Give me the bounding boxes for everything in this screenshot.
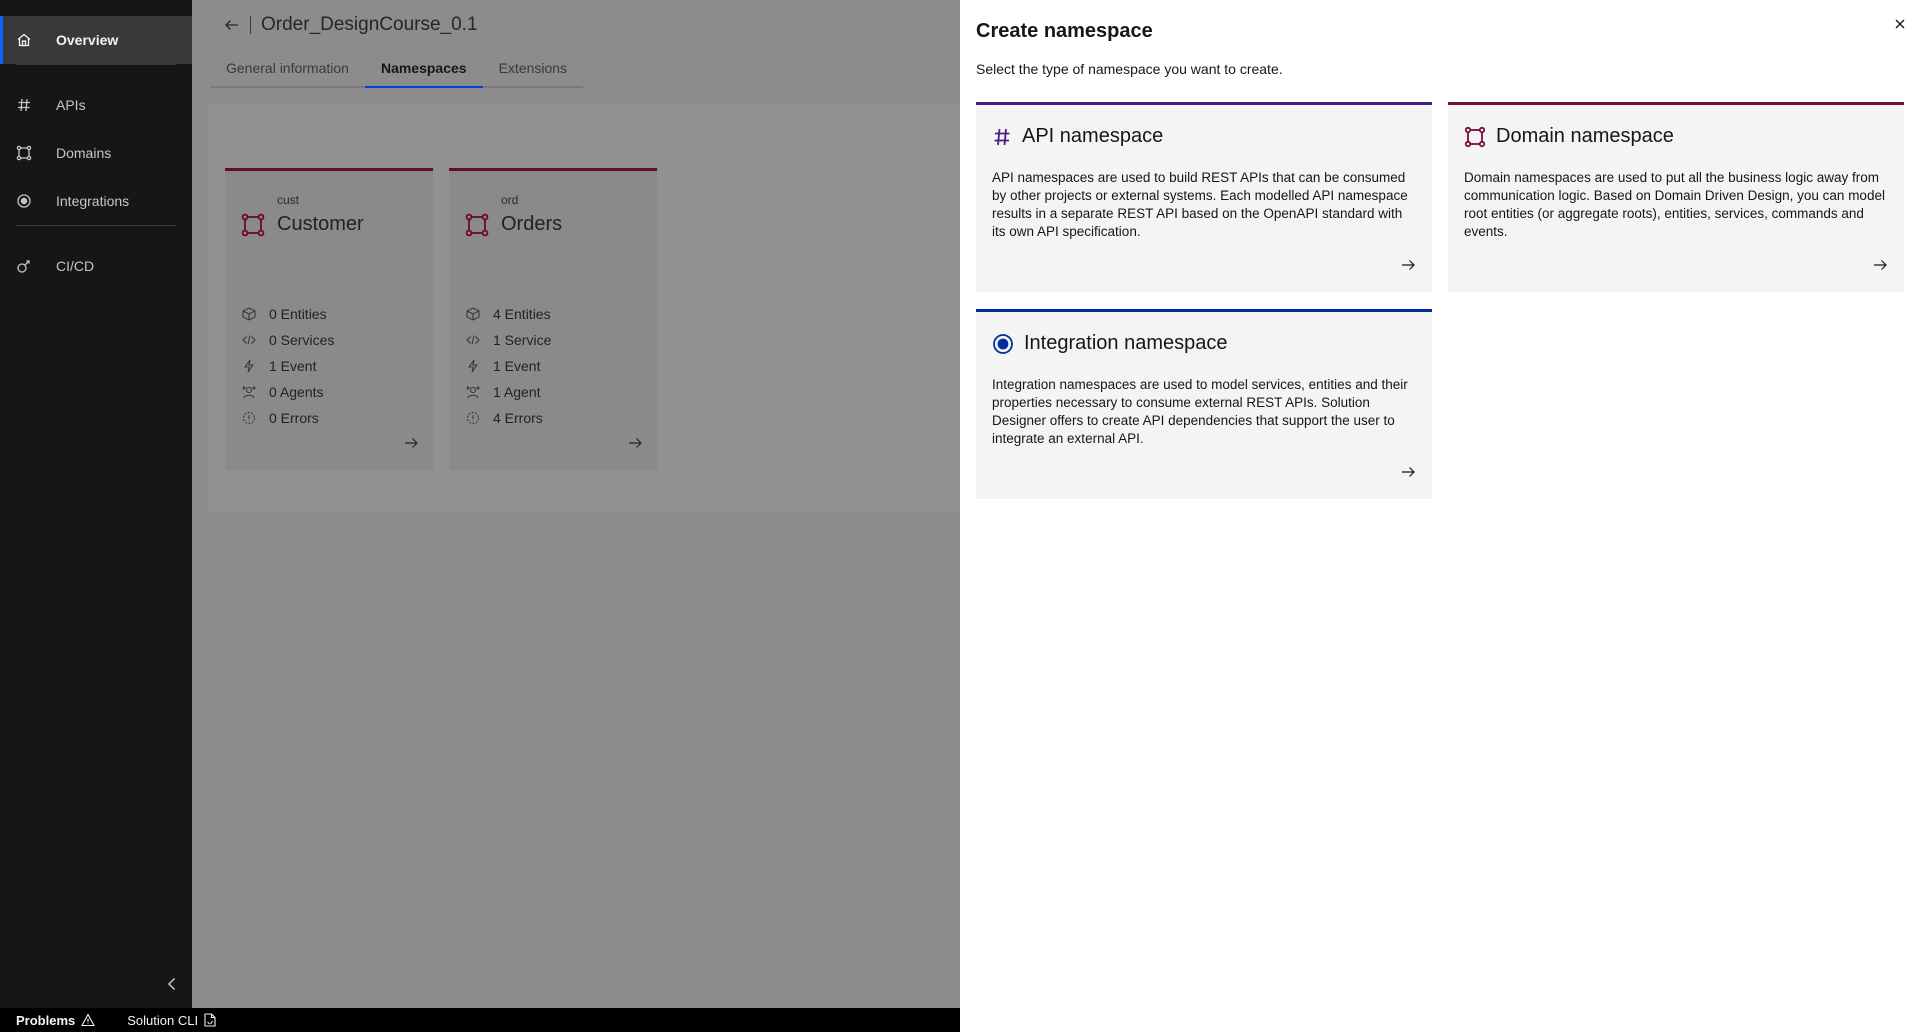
arrow-right-icon [1872,257,1888,278]
arrow-left-icon [225,20,238,30]
chevron-left-icon [167,977,176,991]
sidebar-item-label: Integrations [56,193,130,209]
lightning-icon [241,358,257,374]
open-namespace-button[interactable] [403,435,419,456]
sidebar-item-label: CI/CD [56,258,95,274]
cicd-icon [16,258,32,274]
domain-namespace-card[interactable]: Domain namespace Domain namespaces are u… [1448,102,1904,292]
card-title: API namespace [1022,125,1164,147]
arrow-right-icon [405,438,418,448]
card-header: API namespace [992,125,1163,148]
stat-entities: 0 Entities [241,301,334,327]
main-content: Order_DesignCourse_0.1 General informati… [192,0,960,1008]
header-separator [250,16,251,34]
collapse-sidebar-button[interactable] [160,972,184,996]
cube-icon [241,306,257,322]
sidebar-item-integrations[interactable]: Integrations [0,177,192,225]
namespace-name: Customer [277,213,364,235]
card-header: Integration namespace [992,332,1227,355]
arrow-right-icon [1400,257,1416,278]
domain-icon [465,213,489,242]
sidebar-item-domains[interactable]: Domains [0,129,192,177]
error-icon [465,410,481,426]
sidebar-item-cicd[interactable]: CI/CD [0,242,192,290]
namespace-stats: 0 Entities 0 Services 1 Event 0 Agents 0… [241,301,334,431]
open-namespace-button[interactable] [627,435,643,456]
integration-namespace-card[interactable]: Integration namespace Integration namesp… [976,309,1432,499]
stat-errors: 4 Errors [465,405,551,431]
create-namespace-panel: Create namespace Select the type of name… [960,0,1920,1032]
namespace-card-customer[interactable]: cust Customer 0 Entities 0 Services 1 Ev… [225,168,433,470]
namespace-stats: 4 Entities 1 Service 1 Event 1 Agent 4 E… [465,301,551,431]
agent-icon [241,384,257,400]
namespace-name: Orders [501,213,563,235]
sidebar: Overview APIs Domains Integrations CI/CD [0,0,192,1008]
sidebar-item-label: Overview [56,32,119,48]
error-icon [241,410,257,426]
card-description: Domain namespaces are used to put all th… [1464,170,1885,239]
lightning-icon [465,358,481,374]
sidebar-item-label: APIs [56,97,86,113]
hash-icon [994,128,1010,145]
stat-errors: 0 Errors [241,405,334,431]
tab-namespaces[interactable]: Namespaces [364,54,483,88]
card-header: Domain namespace [1464,125,1674,148]
status-bar: Problems Solution CLI [0,1008,960,1032]
tab-extensions[interactable]: Extensions [483,54,583,86]
sidebar-item-label: Domains [56,145,112,161]
panel-title: Create namespace [976,20,1153,42]
arrow-right-icon [629,438,642,448]
stat-entities: 4 Entities [465,301,551,327]
sidebar-item-overview[interactable]: Overview [0,16,192,64]
tab-general-information[interactable]: General information [210,54,365,86]
arrow-right-icon [1400,464,1416,485]
sidebar-item-apis[interactable]: APIs [0,81,192,129]
domain-icon [1464,126,1486,147]
problems-button[interactable]: Problems [16,1013,96,1028]
stat-services: 1 Service [465,327,551,353]
stat-agents: 0 Agents [241,379,334,405]
domain-icon [241,213,265,242]
code-icon [241,332,257,348]
close-icon [1895,19,1905,29]
stat-events: 1 Event [465,353,551,379]
page-title: Order_DesignCourse_0.1 [261,14,478,35]
namespaces-panel: cust Customer 0 Entities 0 Services 1 Ev… [208,104,960,512]
document-icon [204,1013,216,1027]
card-description: Integration namespaces are used to model… [992,377,1408,446]
hash-icon [16,97,32,113]
namespace-prefix: ord [501,193,519,207]
stat-events: 1 Event [241,353,334,379]
card-title: Domain namespace [1496,125,1674,147]
home-icon [16,32,32,48]
integration-icon [993,333,1013,354]
domain-icon [16,145,32,161]
integration-icon [16,193,32,209]
card-title: Integration namespace [1024,332,1228,354]
agent-icon [465,384,481,400]
code-icon [465,332,481,348]
api-namespace-card[interactable]: API namespace API namespaces are used to… [976,102,1432,292]
namespace-card-orders[interactable]: ord Orders 4 Entities 1 Service 1 Event [449,168,657,470]
stat-services: 0 Services [241,327,334,353]
stat-agents: 1 Agent [465,379,551,405]
warning-icon [81,1013,96,1027]
namespace-prefix: cust [277,193,300,207]
close-button[interactable] [1888,12,1912,36]
back-button[interactable] [224,17,240,33]
tab-list: General information Namespaces Extension… [210,54,584,88]
panel-description: Select the type of namespace you want to… [976,61,1283,77]
solution-cli-button[interactable]: Solution CLI [127,1013,216,1028]
page-header: Order_DesignCourse_0.1 [224,14,478,36]
cube-icon [465,306,481,322]
card-description: API namespaces are used to build REST AP… [992,170,1408,239]
